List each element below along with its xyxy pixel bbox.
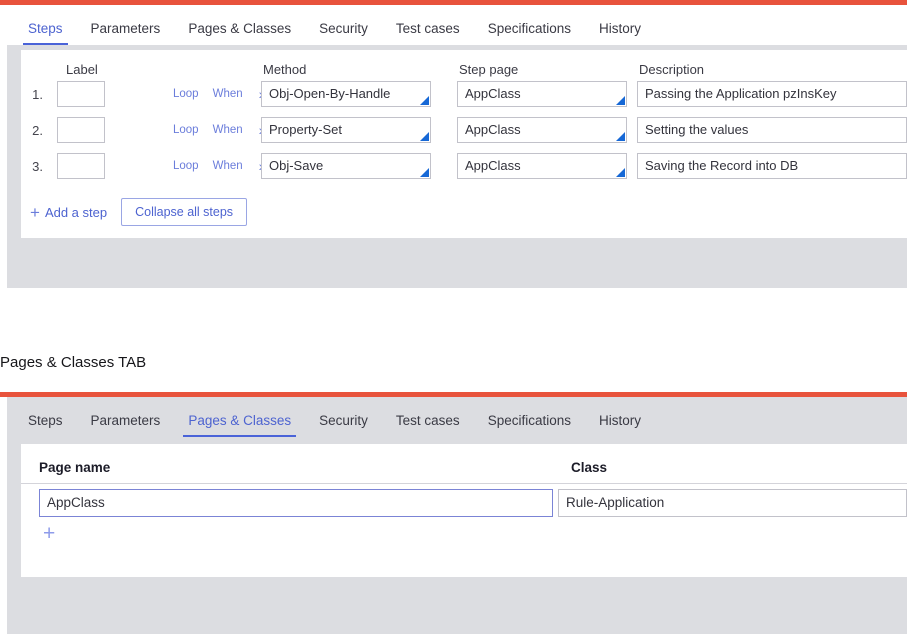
col-header-step-page: Step page <box>459 61 519 77</box>
steps-column-headers: Label Method Step page Description <box>21 50 907 77</box>
row-condition-links: Loop When › <box>161 122 263 138</box>
tab-specifications[interactable]: Specifications <box>474 21 585 45</box>
pages-classes-card: Page name Class AppClass Rule-Applicatio… <box>21 444 907 577</box>
description-input[interactable]: Passing the Application pzInsKey <box>637 81 907 107</box>
loop-link[interactable]: Loop <box>173 160 199 172</box>
description-cell: Saving the Record into DB <box>637 153 907 179</box>
class-input[interactable]: Rule-Application <box>558 489 907 517</box>
tab-parameters[interactable]: Parameters <box>77 413 175 437</box>
method-cell: Obj-Save <box>261 153 457 179</box>
tab-pages-classes[interactable]: Pages & Classes <box>174 21 305 45</box>
loop-link[interactable]: Loop <box>173 88 199 100</box>
col-header-page-name: Page name <box>39 460 111 475</box>
steps-tab-bar: Steps Parameters Pages & Classes Securit… <box>0 5 907 45</box>
method-combobox[interactable]: Property-Set <box>261 117 431 143</box>
tab-specifications[interactable]: Specifications <box>474 413 585 437</box>
collapse-all-steps-button[interactable]: Collapse all steps <box>121 198 248 226</box>
tab-security[interactable]: Security <box>305 413 382 437</box>
step-page-cell: AppClass <box>457 81 637 107</box>
col-header-method: Method <box>263 61 307 77</box>
tab-history[interactable]: History <box>585 413 655 437</box>
pages-tab-bar: Steps Parameters Pages & Classes Securit… <box>0 397 907 437</box>
step-page-cell: AppClass <box>457 153 637 179</box>
description-cell: Setting the values <box>637 117 907 143</box>
add-step-button[interactable]: + Add a step <box>30 204 107 221</box>
tab-pages-classes[interactable]: Pages & Classes <box>174 413 305 437</box>
label-input[interactable] <box>57 81 105 107</box>
add-step-label: Add a step <box>44 204 108 220</box>
loop-link[interactable]: Loop <box>173 124 199 136</box>
method-combobox[interactable]: Obj-Open-By-Handle <box>261 81 431 107</box>
tab-test-cases[interactable]: Test cases <box>382 21 474 45</box>
row-number: 3. <box>32 158 43 174</box>
class-cell: Rule-Application <box>553 489 907 517</box>
label-cell <box>57 153 161 179</box>
step-page-combobox[interactable]: AppClass <box>457 117 627 143</box>
description-input[interactable]: Setting the values <box>637 117 907 143</box>
table-row: 3. Loop When › Obj-Save AppClass Saving … <box>21 148 907 184</box>
page-name-cell: AppClass <box>21 489 553 517</box>
when-link[interactable]: When <box>213 160 243 172</box>
step-page-combobox[interactable]: AppClass <box>457 81 627 107</box>
label-input[interactable] <box>57 117 105 143</box>
description-input[interactable]: Saving the Record into DB <box>637 153 907 179</box>
tab-test-cases[interactable]: Test cases <box>382 413 474 437</box>
steps-card: Label Method Step page Description 1. Lo… <box>21 50 907 238</box>
col-header-class: Class <box>571 460 608 475</box>
section-caption: Pages & Classes TAB <box>0 354 147 371</box>
screenshot-root: Steps Parameters Pages & Classes Securit… <box>0 0 907 634</box>
tab-history[interactable]: History <box>585 21 655 45</box>
label-cell <box>57 81 161 107</box>
tab-security[interactable]: Security <box>305 21 382 45</box>
table-row: AppClass Rule-Application <box>21 484 907 517</box>
when-link[interactable]: When <box>213 124 243 136</box>
step-page-combobox[interactable]: AppClass <box>457 153 627 179</box>
pages-column-headers: Page name Class <box>21 444 907 475</box>
label-cell <box>57 117 161 143</box>
steps-actions: + Add a step Collapse all steps <box>21 198 907 226</box>
row-number: 1. <box>32 86 43 102</box>
table-row: 2. Loop When › Property-Set AppClass Set… <box>21 112 907 148</box>
add-page-row-button[interactable]: + <box>21 523 907 544</box>
tab-steps[interactable]: Steps <box>14 21 77 45</box>
tab-steps[interactable]: Steps <box>14 413 77 437</box>
plus-icon: + <box>30 202 40 222</box>
step-page-cell: AppClass <box>457 117 637 143</box>
row-condition-links: Loop When › <box>161 158 263 174</box>
table-row: 1. Loop When › Obj-Open-By-Handle AppCla… <box>21 76 907 112</box>
label-input[interactable] <box>57 153 105 179</box>
description-cell: Passing the Application pzInsKey <box>637 81 907 107</box>
method-cell: Property-Set <box>261 117 457 143</box>
method-cell: Obj-Open-By-Handle <box>261 81 457 107</box>
method-combobox[interactable]: Obj-Save <box>261 153 431 179</box>
when-link[interactable]: When <box>213 88 243 100</box>
row-number: 2. <box>32 122 43 138</box>
row-condition-links: Loop When › <box>161 86 263 102</box>
tab-parameters[interactable]: Parameters <box>77 21 175 45</box>
col-header-description: Description <box>639 61 705 77</box>
col-header-label: Label <box>66 61 98 77</box>
left-gutter <box>0 5 7 288</box>
left-gutter <box>0 397 7 634</box>
page-name-input[interactable]: AppClass <box>39 489 553 517</box>
